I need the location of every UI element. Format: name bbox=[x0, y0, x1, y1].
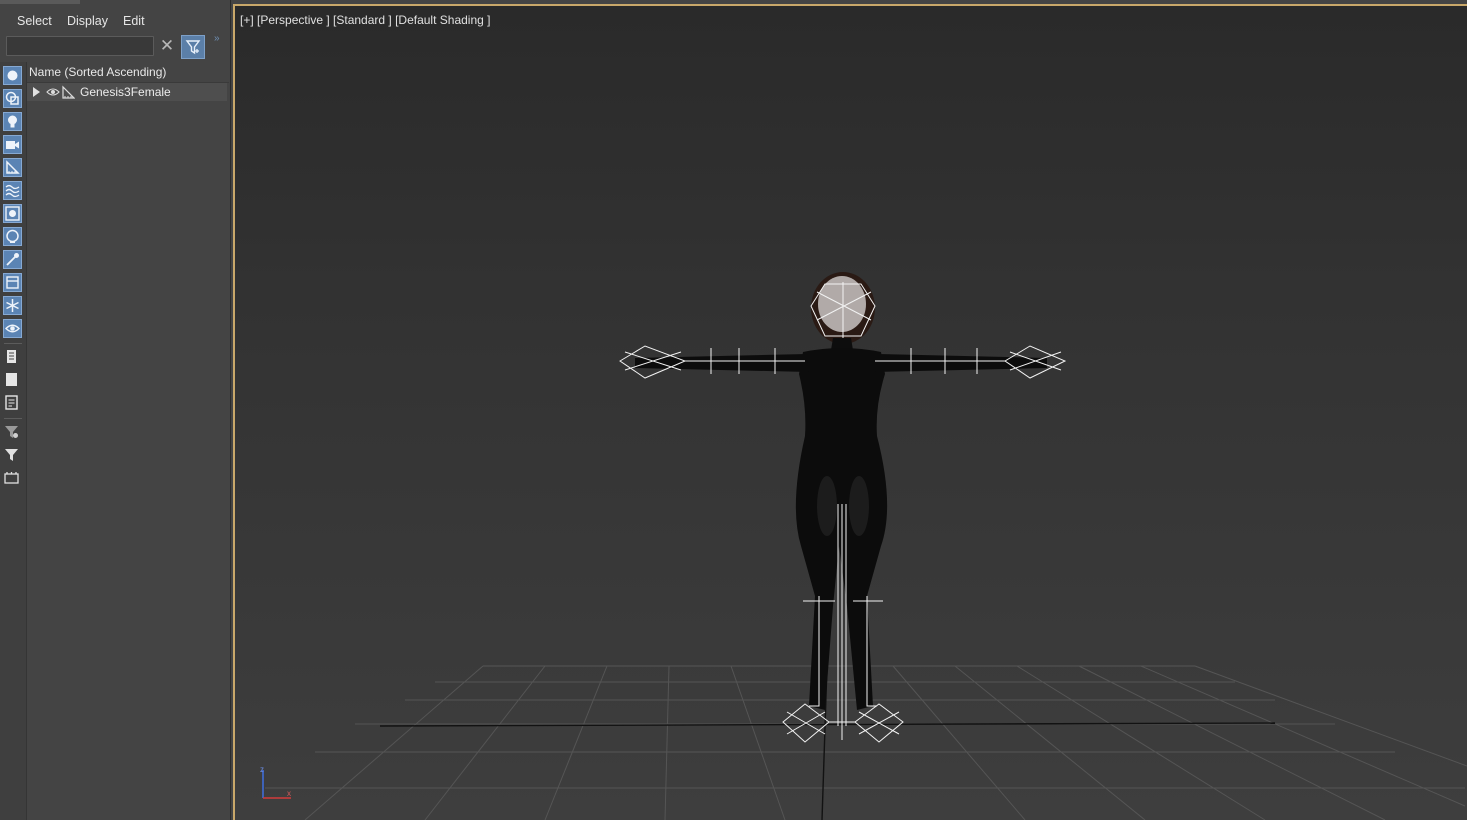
cameras-filter-icon[interactable] bbox=[3, 135, 22, 154]
layers-icon[interactable] bbox=[3, 273, 22, 292]
scene-explorer-panel: Select Display Edit ✕ » Name (Sorted Asc… bbox=[0, 0, 231, 820]
menu-edit[interactable]: Edit bbox=[123, 10, 145, 32]
scene-tree: Name (Sorted Ascending) Genesis3Female bbox=[27, 62, 229, 820]
freeze-icon[interactable] bbox=[3, 296, 22, 315]
clear-search-icon[interactable]: ✕ bbox=[158, 37, 176, 55]
select-none-icon[interactable] bbox=[3, 371, 22, 390]
search-input[interactable] bbox=[6, 36, 154, 56]
name-column-header[interactable]: Name (Sorted Ascending) bbox=[27, 62, 229, 83]
visibility-eye-icon[interactable] bbox=[46, 86, 60, 98]
filter-options-icon[interactable] bbox=[3, 423, 22, 442]
explorer-menubar: Select Display Edit bbox=[0, 10, 228, 32]
spacewarps-filter-icon[interactable] bbox=[3, 181, 22, 200]
character-figure bbox=[635, 272, 1047, 710]
hide-icon[interactable] bbox=[3, 319, 22, 338]
filter-toolbar bbox=[0, 62, 27, 820]
svg-text:x: x bbox=[287, 789, 291, 798]
bone-icon bbox=[62, 85, 75, 99]
expand-panel-icon[interactable]: » bbox=[214, 33, 226, 45]
menu-select[interactable]: Select bbox=[17, 10, 52, 32]
container-icon[interactable] bbox=[3, 469, 22, 488]
display-filter-icon[interactable] bbox=[3, 446, 22, 465]
toolbar-divider bbox=[4, 418, 22, 419]
axis-gizmo: z x bbox=[260, 766, 291, 799]
bones-filter-icon[interactable] bbox=[3, 158, 22, 177]
panel-tab[interactable] bbox=[0, 0, 80, 4]
invert-selection-icon[interactable] bbox=[3, 394, 22, 413]
menu-display[interactable]: Display bbox=[67, 10, 108, 32]
geometry-filter-icon[interactable] bbox=[3, 66, 22, 85]
helpers-filter-icon[interactable] bbox=[3, 250, 22, 269]
lights-filter-icon[interactable] bbox=[3, 112, 22, 131]
shapes-filter-icon[interactable] bbox=[3, 89, 22, 108]
tree-row[interactable]: Genesis3Female bbox=[27, 83, 227, 101]
filter-icon bbox=[185, 40, 201, 55]
toolbar-divider bbox=[4, 343, 22, 344]
groups-filter-icon[interactable] bbox=[3, 204, 22, 223]
expand-arrow-icon[interactable] bbox=[33, 87, 40, 97]
svg-text:z: z bbox=[260, 766, 264, 774]
tree-item-label: Genesis3Female bbox=[80, 85, 171, 99]
filter-toggle-button[interactable] bbox=[181, 35, 205, 59]
select-all-icon[interactable] bbox=[3, 348, 22, 367]
xrefs-filter-icon[interactable] bbox=[3, 227, 22, 246]
scene-view bbox=[265, 272, 1467, 820]
perspective-viewport[interactable]: [+] [Perspective ] [Standard ] [Default … bbox=[233, 4, 1467, 820]
